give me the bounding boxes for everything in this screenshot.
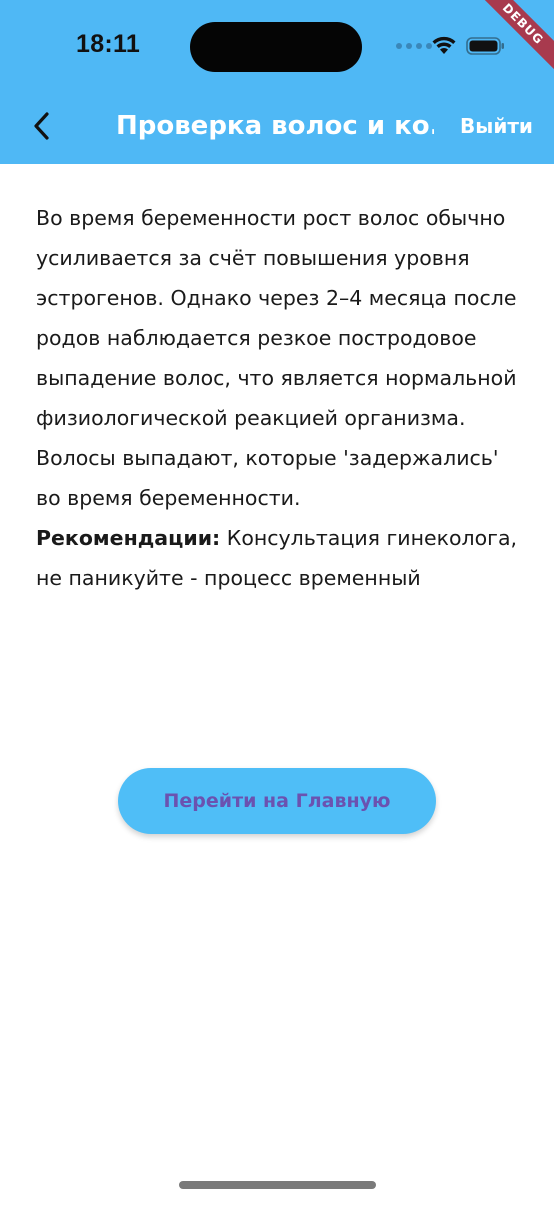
cellular-dots-icon: [396, 43, 432, 49]
dynamic-island: [190, 22, 362, 72]
article-paragraph: Во время беременности рост волос обычно …: [36, 206, 517, 510]
article-content: Во время беременности рост волос обычно …: [36, 198, 524, 598]
screen: 18:11 DEBUG Проверка волос и ко... Выйти…: [0, 0, 554, 1214]
home-indicator: [179, 1181, 376, 1189]
chevron-left-icon: [34, 112, 49, 140]
recommendation: Рекомендации: Консультация гинеколога, н…: [36, 518, 524, 598]
recommendation-label: Рекомендации:: [36, 526, 221, 550]
wifi-icon: [432, 36, 456, 54]
logout-button[interactable]: Выйти: [460, 110, 533, 142]
app-header: 18:11 DEBUG Проверка волос и ко... Выйти: [0, 0, 554, 164]
page-title: Проверка волос и ко...: [116, 111, 434, 141]
back-button[interactable]: [22, 104, 62, 148]
go-home-button[interactable]: Перейти на Главную: [118, 768, 436, 834]
battery-icon: [466, 37, 504, 55]
status-time: 18:11: [76, 30, 141, 58]
